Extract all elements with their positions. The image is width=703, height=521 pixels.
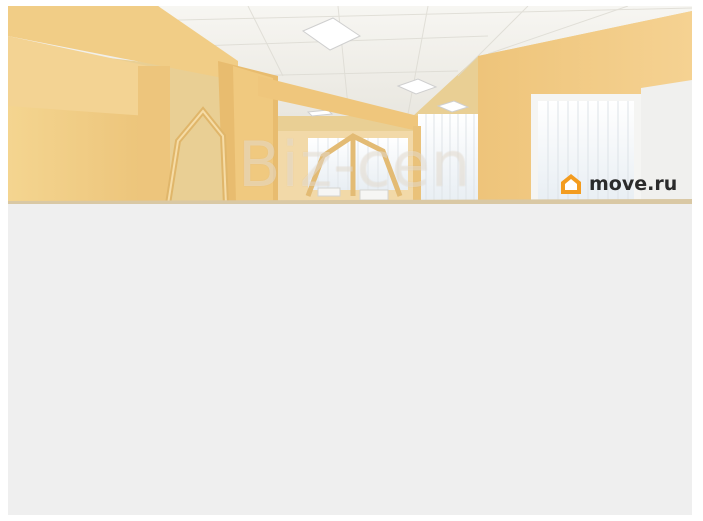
logo-text: move.ru: [589, 172, 678, 195]
office-photo: Biz-cen move.ru: [8, 6, 692, 204]
move-ru-logo: move.ru: [559, 172, 677, 196]
empty-content-area: [8, 204, 692, 515]
watermark-text: Biz-cen: [238, 128, 472, 201]
house-icon: [561, 174, 581, 194]
image-frame: Biz-cen move.ru: [8, 6, 692, 515]
